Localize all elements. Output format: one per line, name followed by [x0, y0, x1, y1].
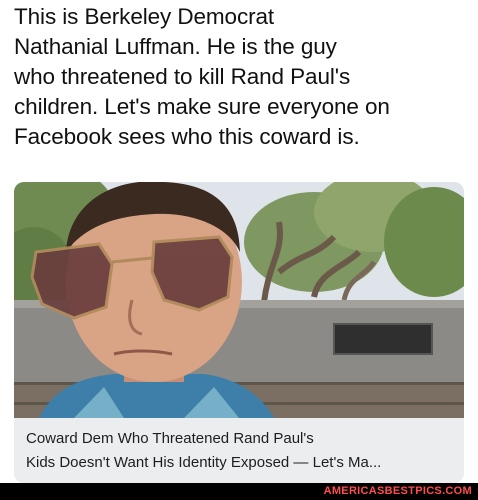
post-text-line: children. Let's make sure everyone on: [14, 94, 390, 119]
post-text-line: Nathanial Luffman. He is the guy: [14, 34, 337, 59]
watermark-bar: AMERICASBESTPICS.COM: [0, 483, 478, 500]
selfie-photo: [14, 182, 464, 418]
watermark-text: AMERICASBESTPICS.COM: [323, 485, 472, 497]
post-text: This is Berkeley Democrat Nathanial Luff…: [14, 2, 469, 152]
caption-line: Kids Doesn't Want His Identity Exposed —…: [26, 454, 382, 471]
post-text-line: Facebook sees who this coward is.: [14, 124, 360, 149]
caption-line: Coward Dem Who Threatened Rand Paul's: [26, 430, 314, 447]
post-text-line: This is Berkeley Democrat: [14, 4, 275, 29]
link-preview-caption[interactable]: Coward Dem Who Threatened Rand Paul's Ki…: [14, 418, 464, 483]
link-preview-card[interactable]: Coward Dem Who Threatened Rand Paul's Ki…: [14, 182, 464, 483]
post-text-line: who threatened to kill Rand Paul's: [14, 64, 351, 89]
